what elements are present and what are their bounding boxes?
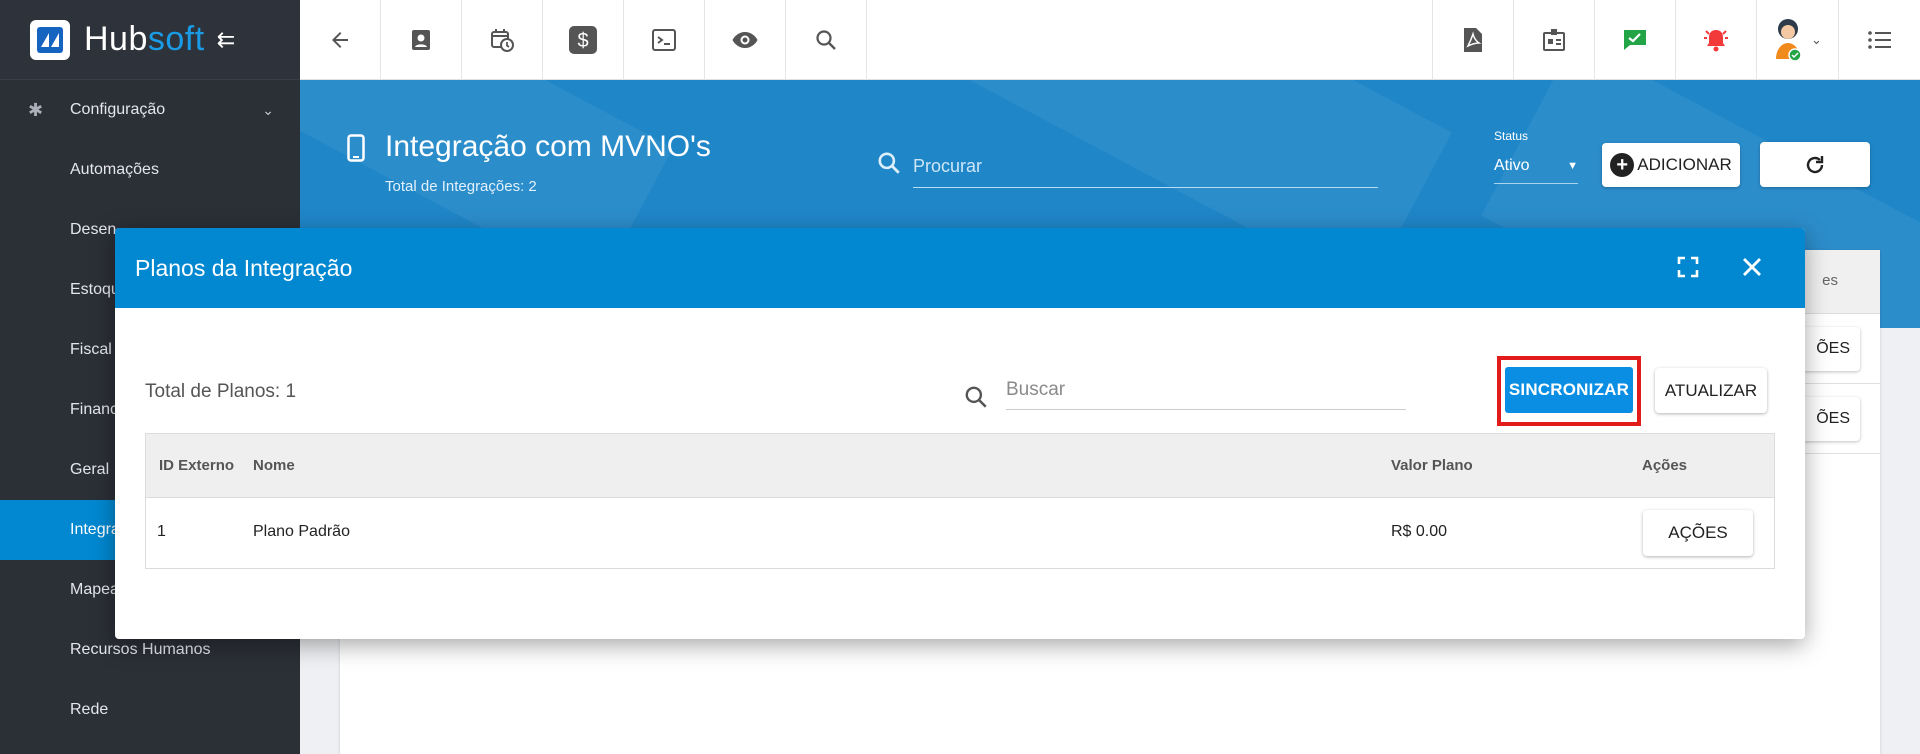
fullscreen-icon[interactable] [1677,256,1699,283]
column-header-actions: Ações [1642,457,1688,474]
sidebar-item-label: Automações [70,161,159,178]
avatar [1776,19,1802,62]
calendar-clock-icon [491,29,514,52]
cell-id: 1 [157,523,166,540]
building-badge-icon [1543,29,1565,51]
pdf-icon [1464,28,1482,52]
brand-name-soft: soft [147,20,205,58]
table-row: 1 Plano Padrão R$ 0.00 AÇÕES [146,498,1774,568]
plus-circle-icon: + [1610,153,1635,177]
refresh-plans-button[interactable]: ATUALIZAR [1655,368,1767,413]
sidebar-item-label: Fiscal [70,341,112,358]
sidebar-item-label: Estoqu [70,281,120,298]
view-button[interactable] [705,0,786,80]
dialog-title: Planos da Integração [135,254,353,281]
add-button-label: ADICIONAR [1637,155,1732,174]
alarm-bell-icon [1704,30,1728,52]
plans-total: Total de Planos: 1 [145,381,297,402]
search-icon [816,30,836,50]
pdf-button[interactable] [1433,0,1514,80]
sidebar-item-label: Recursos Humanos [70,641,211,658]
alerts-button[interactable] [1676,0,1757,80]
cell-name: Plano Padrão [253,523,350,540]
menu-button[interactable] [1839,0,1920,80]
sidebar-item-label: Integra [70,521,120,538]
plans-search-input[interactable] [1006,370,1406,410]
dialog-header: Planos da Integração [115,228,1805,308]
sidebar-item-label: Rede [70,701,109,718]
user-menu[interactable]: ⌄ [1757,0,1839,80]
schedule-button[interactable] [462,0,543,80]
sync-button[interactable]: SINCRONIZAR [1505,367,1633,413]
financial-button[interactable]: $ [543,0,624,80]
brand-name: Hubsoft [84,20,205,59]
sidebar-section-label: Configuração [70,101,166,118]
page-title: Integração com MVNO's [385,130,711,163]
chevron-down-icon: ⌄ [1811,32,1822,47]
brand: Hubsoft ⇇ [0,0,300,80]
gear-icon: ✱ [28,99,44,120]
column-header-value: Valor Plano [1391,457,1473,474]
toolbar-spacer [867,0,1433,79]
tasks-button[interactable] [1595,0,1676,80]
close-icon[interactable] [1741,256,1763,283]
chat-check-icon [1624,30,1646,50]
sidebar-item-rede[interactable]: Rede [0,680,300,740]
eye-icon [732,32,758,48]
refresh-button[interactable] [1760,142,1870,187]
sidebar-item-label: Desen [70,221,117,238]
sidebar-item-label: Geral [70,461,110,478]
top-toolbar: $ ⌄ [300,0,1920,80]
sidebar-section-configuracao[interactable]: ✱ Configuração ⌄ [0,80,300,140]
column-header-name: Nome [253,457,295,474]
status-value: Ativo [1494,156,1530,174]
refresh-icon [1806,155,1824,173]
arrow-left-icon [332,32,348,48]
search-icon [963,384,989,415]
status-select[interactable]: Ativo ▼ [1494,148,1578,184]
list-menu-icon [1867,31,1891,49]
terminal-button[interactable] [624,0,705,80]
page-subtitle: Total de Integrações: 2 [385,178,537,195]
brand-name-hub: Hub [84,20,148,58]
hubsoft-logo [30,19,70,60]
row-actions-button[interactable]: AÇÕES [1643,510,1753,556]
terminal-icon [652,29,676,51]
company-button[interactable] [1514,0,1595,80]
chevron-down-icon: ⌄ [262,101,274,118]
sidebar-item-label: Mapea [70,581,119,598]
back-button[interactable] [300,0,381,80]
plans-table: ID Externo Nome Valor Plano Ações 1 Plan… [145,433,1775,569]
column-header-actions: es [1822,272,1838,289]
dollar-icon: $ [569,26,597,54]
status-label: Status [1494,129,1529,143]
add-button[interactable]: + ADICIONAR [1602,143,1740,187]
column-header-id: ID Externo [159,457,235,474]
search-input[interactable] [913,146,1378,188]
client-button[interactable] [381,0,462,80]
search-button[interactable] [786,0,867,80]
sidebar-item-automacoes[interactable]: Automações [0,140,300,200]
search-icon [876,150,902,181]
smartphone-icon [347,134,365,167]
cell-value: R$ 0.00 [1391,523,1448,540]
table-header: ID Externo Nome Valor Plano Ações [146,434,1774,498]
contact-card-icon [412,30,430,50]
plans-dialog: Planos da Integração Total de Planos: 1 … [115,228,1805,639]
dropdown-arrow-icon: ▼ [1567,159,1578,172]
collapse-menu-icon[interactable]: ⇇ [217,27,235,53]
svg-text:$: $ [577,30,588,52]
sidebar-item-label: Financ [70,401,119,418]
